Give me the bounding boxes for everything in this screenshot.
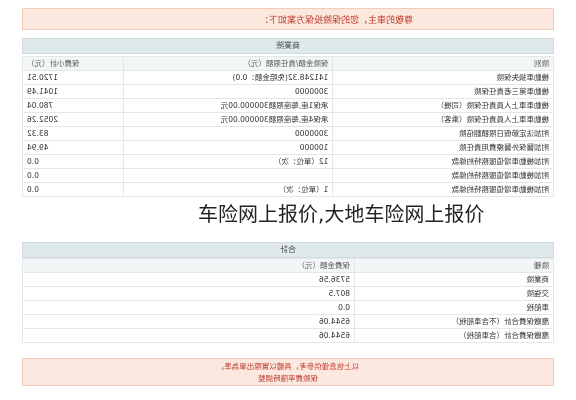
total-section-title: 合計 xyxy=(22,242,554,258)
table-row: 商業險 5736.56 xyxy=(22,272,554,287)
table-row: 附加法定節假日限額翻倍險 3000000 83.32 xyxy=(22,126,554,141)
premium-amount-cell: 6544.06 xyxy=(22,328,355,343)
quote-footer-notice: 以上信息僅供參考，具體以實際出單為準。 保險費率隨時調整 xyxy=(22,358,554,386)
premium-cell: 0.0 xyxy=(22,154,124,169)
notice-text: 尊敬的車主，您的保險投保方案如下： xyxy=(259,15,413,26)
premium-cell: 83.32 xyxy=(22,126,124,141)
col-premium: 保費小計（元） xyxy=(22,56,124,71)
premium-cell: 0.0 xyxy=(22,168,124,183)
commercial-section-title: 商業險 xyxy=(22,38,554,54)
insurance-type-cell: 應繳保費合計（不含車船稅） xyxy=(354,314,554,329)
coverage-cell: 附加機動車增值服務特約條款 xyxy=(332,182,554,197)
sum-insured-cell: 100000 xyxy=(123,140,333,155)
sum-insured-cell: 12（單位：次） xyxy=(123,154,333,169)
coverage-cell: 附加機動車增值服務特約條款 xyxy=(332,168,554,183)
quote-notice: 尊敬的車主，您的保險投保方案如下： xyxy=(22,8,554,30)
sum-insured-cell: 承保1座,每座限額300000.00元 xyxy=(123,98,333,113)
premium-cell: 49.94 xyxy=(22,140,124,155)
coverage-cell: 機動車車上人員責任保險（司機） xyxy=(332,98,554,113)
table-header-row: 險別 保險金額/責任限額（元） 保費小計（元） xyxy=(22,56,554,71)
premium-cell: 1041.49 xyxy=(22,84,124,99)
table-row: 機動車車上人員責任保險（司機） 承保1座,每座限額300000.00元 780.… xyxy=(22,98,554,113)
commercial-insurance-table: 險別 保險金額/責任限額（元） 保費小計（元） 機動車損失保險 141248.3… xyxy=(22,56,554,197)
table-row: 機動車第三者責任保險 3000000 1041.49 xyxy=(22,84,554,99)
premium-amount-cell: 6544.06 xyxy=(22,314,355,329)
sum-insured-cell xyxy=(123,168,333,183)
table-header-row: 險種 保費金額（元） xyxy=(22,258,554,273)
sum-insured-cell: 1（單位：次） xyxy=(123,182,333,197)
insurance-type-cell: 應繳保費合計（含車船稅） xyxy=(354,328,554,343)
premium-cell: 780.04 xyxy=(22,98,124,113)
footer-line: 以上信息僅供參考，具體以實際出單為準。 xyxy=(216,362,360,371)
sum-insured-cell: 3000000 xyxy=(123,126,333,141)
col-premium-amount: 保費金額（元） xyxy=(22,258,355,273)
table-row: 機動車車上人員責任保險（乘客） 承保4座,每座限額300000.00元 2052… xyxy=(22,112,554,127)
sum-insured-cell: 承保4座,每座限額300000.00元 xyxy=(123,112,333,127)
table-row: 車船稅 0.0 xyxy=(22,300,554,315)
premium-cell: 2052.26 xyxy=(22,112,124,127)
table-row: 應繳保費合計（不含車船稅） 6544.06 xyxy=(22,314,554,329)
coverage-cell: 機動車車上人員責任保險（乘客） xyxy=(332,112,554,127)
total-premium-table: 險種 保費金額（元） 商業險 5736.56 交強險 807.5 車船稅 0.0… xyxy=(22,258,554,343)
col-coverage: 險別 xyxy=(332,56,554,71)
footer-line: 保險費率隨時調整 xyxy=(258,374,318,383)
sum-insured-cell: 141248.32(免賠金額：0.0) xyxy=(123,70,333,85)
premium-cell: 0.0 xyxy=(22,182,124,197)
table-row: 機動車損失保險 141248.32(免賠金額：0.0) 1720.51 xyxy=(22,70,554,85)
table-row: 附加機動車增值服務特約條款 1（單位：次） 0.0 xyxy=(22,182,554,197)
coverage-cell: 機動車第三者責任保險 xyxy=(332,84,554,99)
sum-insured-cell: 3000000 xyxy=(123,84,333,99)
coverage-cell: 附加法定節假日限額翻倍險 xyxy=(332,126,554,141)
table-row: 應繳保費合計（含車船稅） 6544.06 xyxy=(22,328,554,343)
col-sum-insured: 保險金額/責任限額（元） xyxy=(123,56,333,71)
table-row: 附加醫保外醫療費用責任險 100000 49.94 xyxy=(22,140,554,155)
premium-amount-cell: 5736.56 xyxy=(22,272,355,287)
coverage-cell: 附加醫保外醫療費用責任險 xyxy=(332,140,554,155)
insurance-type-cell: 商業險 xyxy=(354,272,554,287)
table-row: 附加機動車增值服務特約條款 0.0 xyxy=(22,168,554,183)
coverage-cell: 機動車損失保險 xyxy=(332,70,554,85)
coverage-cell: 附加機動車增值服務特約條款 xyxy=(332,154,554,169)
table-row: 附加機動車增值服務特約條款 12（單位：次） 0.0 xyxy=(22,154,554,169)
insurance-type-cell: 車船稅 xyxy=(354,300,554,315)
premium-amount-cell: 807.5 xyxy=(22,286,355,301)
insurance-type-cell: 交強險 xyxy=(354,286,554,301)
premium-amount-cell: 0.0 xyxy=(22,300,355,315)
premium-cell: 1720.51 xyxy=(22,70,124,85)
col-insurance-type: 險種 xyxy=(354,258,554,273)
table-row: 交強險 807.5 xyxy=(22,286,554,301)
overlay-caption: 车险网上报价,大地车险网上报价 xyxy=(196,198,487,227)
